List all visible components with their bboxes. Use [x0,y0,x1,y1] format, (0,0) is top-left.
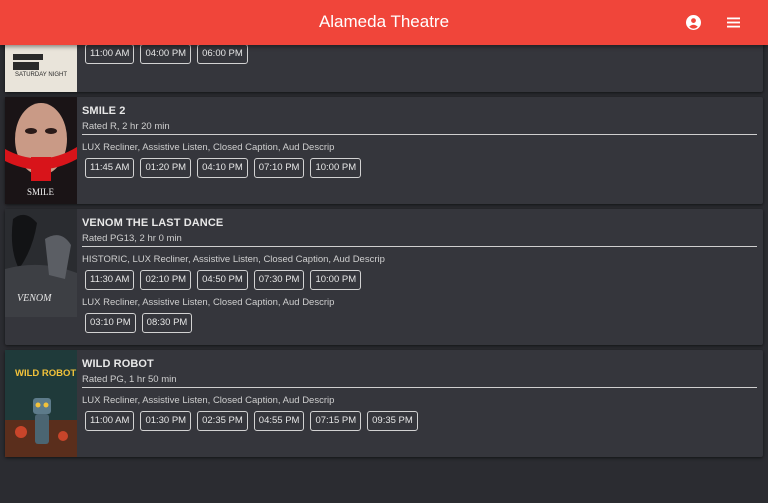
poster-text: VENOM [17,293,52,304]
movie-title[interactable]: VENOM THE LAST DANCE [82,217,223,229]
poster-text: SATURDAY NIGHT [15,72,67,78]
showtime-list: 11:00 AM 01:30 PM 02:35 PM 04:55 PM 07:1… [85,411,418,431]
showtime-button[interactable]: 06:00 PM [197,44,248,64]
poster-text: SMILE [27,187,55,197]
showtime-button[interactable]: 07:10 PM [253,158,305,178]
showtime-button[interactable]: 04:50 PM [197,270,248,290]
movie-card: VENOM VENOM THE LAST DANCE Rated PG13, 2… [5,209,763,345]
showtime-button[interactable]: 04:10 PM [197,158,248,178]
hamburger-menu-icon[interactable] [726,16,741,29]
showtime-button[interactable]: 09:35 PM [367,411,418,431]
showtime-button[interactable]: 04:55 PM [253,411,305,431]
movie-title[interactable]: WILD ROBOT [82,358,154,370]
showtime-button[interactable]: 10:00 PM [310,270,362,290]
showtime-button[interactable]: 07:30 PM [253,270,305,290]
showtime-button[interactable]: 11:30 AM [85,270,135,290]
showtime-list: 03:10 PM 08:30 PM [85,313,193,333]
showtime-button[interactable]: 03:10 PM [85,313,136,333]
showtime-button[interactable]: 11:45 AM [85,158,135,178]
movie-card: SMILE SMILE 2 Rated R, 2 hr 20 min LUX R… [5,97,763,204]
showtime-button[interactable]: 01:20 PM [140,158,192,178]
movie-rating: Rated PG, 1 hr 50 min [82,374,177,385]
format-label: LUX Recliner, Assistive Listen, Closed C… [82,297,335,308]
movie-card: WILD ROBOT WILD ROBOT Rated PG, 1 hr 50 … [5,350,763,457]
format-label: LUX Recliner, Assistive Listen, Closed C… [82,395,335,406]
movie-poster[interactable]: VENOM [5,209,77,317]
showtime-button[interactable]: 10:00 PM [310,158,362,178]
movie-poster[interactable]: SMILE [5,97,77,204]
showtime-button[interactable]: 11:00 AM [85,411,135,431]
poster-text: WILD ROBOT [15,368,76,379]
divider [82,246,757,247]
format-label: LUX Recliner, Assistive Listen, Closed C… [82,142,335,153]
movie-title[interactable]: SMILE 2 [82,105,126,117]
showtime-button[interactable]: 08:30 PM [141,313,193,333]
movie-rating: Rated PG13, 2 hr 0 min [82,233,182,244]
showtime-list: 11:00 AM 04:00 PM 06:00 PM [85,44,248,64]
showtime-button[interactable]: 02:35 PM [197,411,248,431]
showtime-button[interactable]: 11:00 AM [85,44,135,64]
movie-poster[interactable]: WILD ROBOT [5,350,77,457]
showtime-button[interactable]: 01:30 PM [140,411,192,431]
showtime-button[interactable]: 04:00 PM [140,44,192,64]
divider [82,387,757,388]
showtime-list: 11:30 AM 02:10 PM 04:50 PM 07:30 PM 10:0… [85,270,362,290]
showtime-button[interactable]: 07:15 PM [310,411,362,431]
account-circle-icon[interactable] [686,15,701,30]
movie-rating: Rated R, 2 hr 20 min [82,121,170,132]
format-label: HISTORIC, LUX Recliner, Assistive Listen… [82,254,385,265]
app-header: Alameda Theatre [0,0,768,45]
showtime-button[interactable]: 02:10 PM [140,270,192,290]
showtime-list: 11:45 AM 01:20 PM 04:10 PM 07:10 PM 10:0… [85,158,362,178]
page-title: Alameda Theatre [318,12,450,31]
divider [82,134,757,135]
